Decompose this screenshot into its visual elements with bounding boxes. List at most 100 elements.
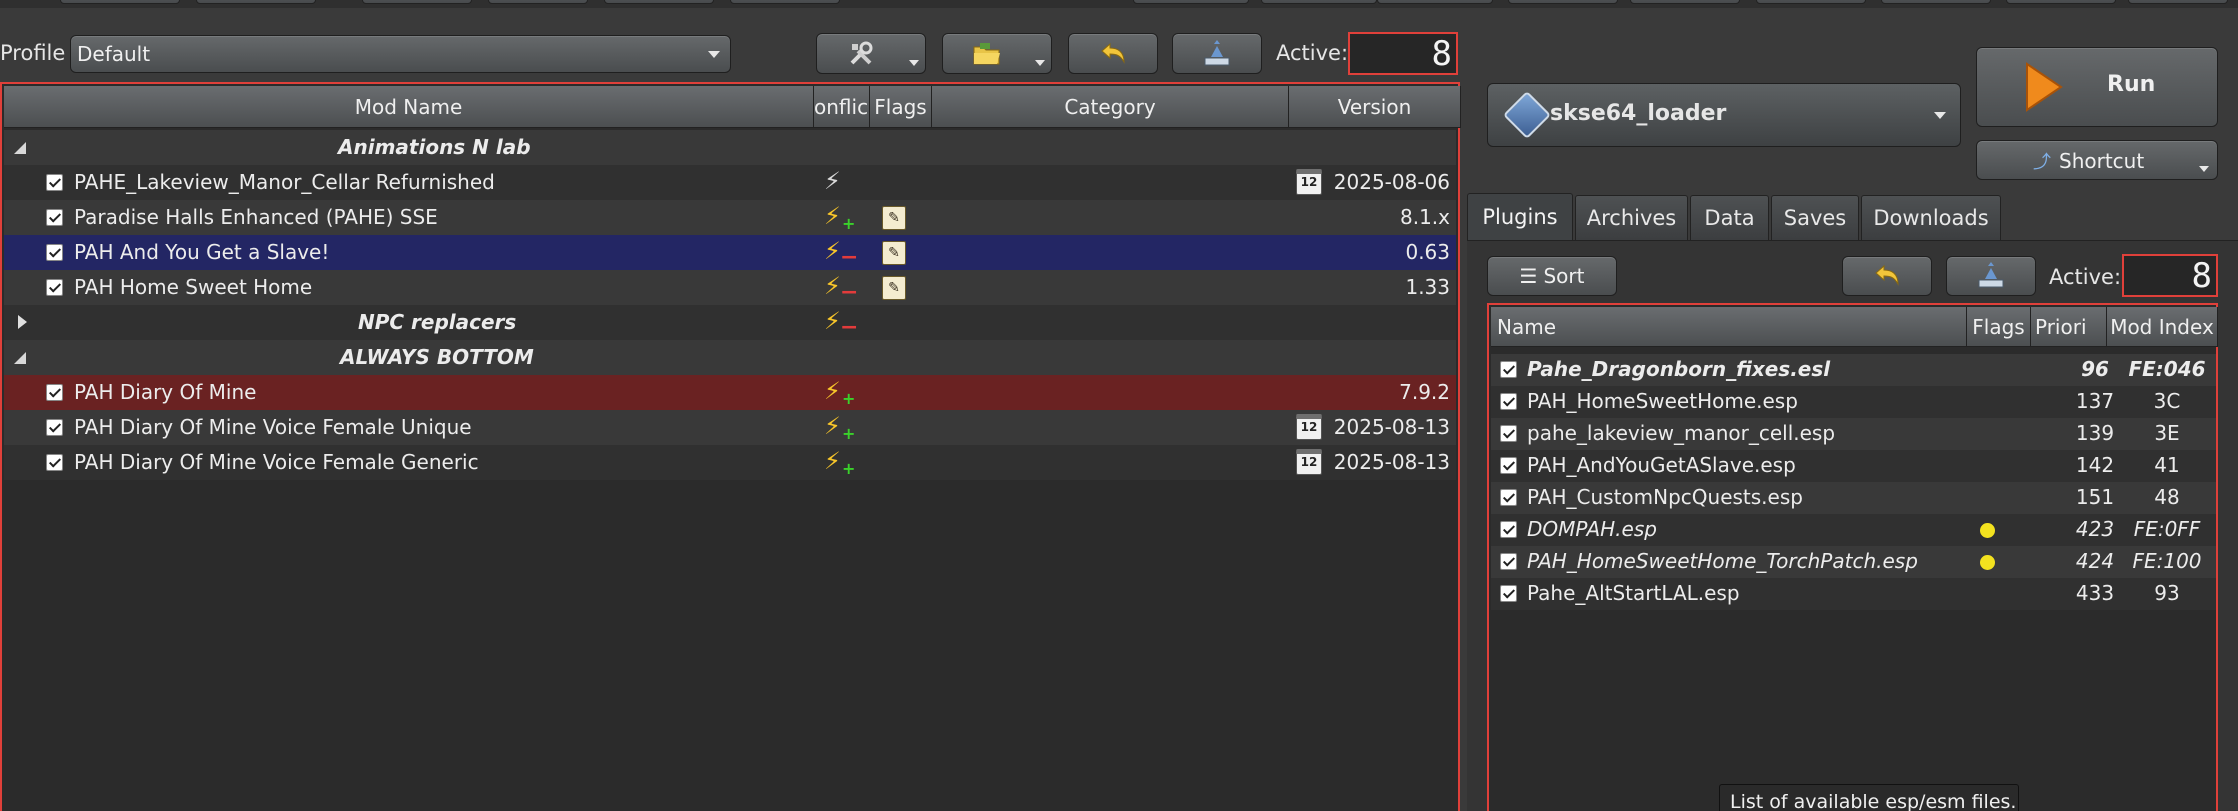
top-button-stub[interactable]	[2006, 0, 2116, 4]
mod-row[interactable]: PAH Home Sweet Home ⚡ − ✎ 1.33	[4, 270, 1456, 305]
plugin-enable-checkbox[interactable]	[1500, 393, 1517, 410]
mod-name: PAH Diary Of Mine	[74, 380, 257, 404]
restore-backup-button[interactable]	[1068, 33, 1158, 74]
mod-row-selected[interactable]: PAH And You Get a Slave! ⚡ − ✎ 0.63	[4, 235, 1456, 270]
skse-diamond-icon	[1502, 90, 1552, 140]
mod-enable-checkbox[interactable]	[46, 454, 63, 471]
column-header-category[interactable]: Category	[932, 86, 1289, 128]
mod-row[interactable]: PAH Diary Of Mine Voice Female Generic ⚡…	[4, 445, 1456, 480]
mod-row[interactable]: PAHE_Lakeview_Manor_Cellar Refurnished ⚡…	[4, 165, 1456, 200]
top-button-stub[interactable]	[196, 0, 316, 4]
mod-enable-checkbox[interactable]	[46, 384, 63, 401]
executable-select[interactable]: skse64_loader	[1487, 83, 1961, 147]
top-button-stub[interactable]	[488, 0, 588, 4]
plugin-row[interactable]: Pahe_Dragonborn_fixes.esl 96 FE:046	[1491, 354, 2216, 386]
sort-icon: ☰	[1519, 264, 1538, 288]
plugin-row[interactable]: PAH_CustomNpcQuests.esp 151 48	[1491, 482, 2216, 514]
top-button-stub[interactable]	[730, 0, 840, 4]
top-button-stub[interactable]	[2128, 0, 2228, 4]
plugin-enable-checkbox[interactable]	[1500, 457, 1517, 474]
mod-enable-checkbox[interactable]	[46, 279, 63, 296]
mod-row[interactable]: PAH Diary Of Mine Voice Female Unique ⚡ …	[4, 410, 1456, 445]
mod-enable-checkbox[interactable]	[46, 174, 63, 191]
conflict-overwritten-icon: ⚡	[824, 272, 841, 300]
conflict-overwritten-icon: ⚡	[824, 237, 841, 265]
plugin-name: Pahe_AltStartLAL.esp	[1527, 581, 1740, 605]
tab-plugins[interactable]: Plugins	[1467, 193, 1573, 240]
tooltip: List of available esp/esm files.	[1719, 784, 2019, 811]
column-header-flags[interactable]: Flags	[1967, 307, 2031, 347]
mod-enable-checkbox[interactable]	[46, 244, 63, 261]
expand-triangle-icon[interactable]	[18, 315, 27, 329]
plugin-row[interactable]: PAH_HomeSweetHome.esp 137 3C	[1491, 386, 2216, 418]
top-button-stub[interactable]	[1630, 0, 1740, 4]
sort-label: Sort	[1543, 264, 1585, 288]
top-button-stub[interactable]	[1377, 0, 1493, 4]
mod-list-table[interactable]: Mod Name onflic Flags Category Version A…	[0, 82, 1461, 811]
conflict-overwrite-icon: ⚡	[824, 412, 841, 440]
mod-row[interactable]: Paradise Halls Enhanced (PAHE) SSE ⚡ + ✎…	[4, 200, 1456, 235]
profile-select[interactable]: Default	[70, 35, 731, 73]
plugin-row[interactable]: PAH_AndYouGetASlave.esp 142 41	[1491, 450, 2216, 482]
chevron-down-icon	[708, 51, 720, 58]
collapse-triangle-icon[interactable]	[14, 142, 26, 154]
plugin-name: PAH_CustomNpcQuests.esp	[1527, 485, 1803, 509]
top-button-stub[interactable]	[362, 0, 472, 4]
plugin-enable-checkbox[interactable]	[1500, 361, 1517, 378]
tab-downloads[interactable]: Downloads	[1861, 195, 2001, 240]
column-header-mod-name[interactable]: Mod Name	[4, 86, 814, 128]
shortcut-button[interactable]: ⤴ Shortcut	[1976, 140, 2218, 180]
top-button-stub[interactable]	[1756, 0, 1866, 4]
plugin-enable-checkbox[interactable]	[1500, 585, 1517, 602]
plugin-row[interactable]: DOMPAH.esp 423 FE:0FF	[1491, 514, 2216, 546]
plugin-row[interactable]: pahe_lakeview_manor_cell.esp 139 3E	[1491, 418, 2216, 450]
plugin-row[interactable]: Pahe_AltStartLAL.esp 433 93	[1491, 578, 2216, 610]
calendar-icon: 12	[1296, 414, 1322, 440]
top-button-stub[interactable]	[1261, 0, 1377, 4]
separator-name: NPC replacers	[358, 310, 517, 334]
chevron-down-icon	[1035, 60, 1045, 66]
separator-name: Animations N lab	[338, 135, 531, 159]
profile-selected-value: Default	[77, 42, 151, 66]
column-header-priority[interactable]: Priori	[2031, 307, 2107, 347]
run-button[interactable]: Run	[1976, 47, 2218, 127]
plugins-create-backup-button[interactable]	[1946, 256, 2036, 296]
plugin-enable-checkbox[interactable]	[1500, 553, 1517, 570]
plugin-row[interactable]: PAH_HomeSweetHome_TorchPatch.esp 424 FE:…	[1491, 546, 2216, 578]
top-button-stub[interactable]	[1881, 0, 1991, 4]
mod-list-header: Mod Name onflic Flags Category Version	[4, 86, 1461, 128]
tools-button[interactable]	[816, 33, 926, 74]
mod-enable-checkbox[interactable]	[46, 419, 63, 436]
chevron-down-icon	[909, 60, 919, 66]
separator-row[interactable]: Animations N lab	[4, 130, 1456, 165]
column-header-flags[interactable]: Flags	[870, 86, 932, 128]
tab-data[interactable]: Data	[1690, 195, 1769, 240]
tab-archives[interactable]: Archives	[1575, 195, 1688, 240]
collapse-triangle-icon[interactable]	[14, 352, 26, 364]
tab-saves[interactable]: Saves	[1771, 195, 1859, 240]
open-folder-button[interactable]	[942, 33, 1052, 74]
sort-button[interactable]: ☰ Sort	[1487, 256, 1617, 296]
top-button-stub[interactable]	[604, 0, 714, 4]
top-button-stub[interactable]	[1508, 0, 1618, 4]
column-header-name[interactable]: Name	[1491, 307, 1967, 347]
profile-label: Profile	[0, 41, 66, 65]
top-button-stub[interactable]	[1133, 0, 1249, 4]
plugin-list-table[interactable]: Name Flags Priori Mod Index Pahe_Dragonb…	[1487, 303, 2218, 811]
column-header-version[interactable]: Version	[1289, 86, 1461, 128]
create-backup-button[interactable]	[1172, 33, 1262, 74]
separator-row[interactable]: ALWAYS BOTTOM	[4, 340, 1456, 375]
conflict-overwrite-icon: ⚡	[824, 377, 841, 405]
mod-row-highlighted[interactable]: PAH Diary Of Mine ⚡ + 7.9.2	[4, 375, 1456, 410]
separator-row[interactable]: NPC replacers ⚡ −	[4, 305, 1456, 340]
mod-version: 0.63	[1405, 240, 1450, 264]
plugins-restore-backup-button[interactable]	[1842, 256, 1932, 296]
plugin-name: pahe_lakeview_manor_cell.esp	[1527, 421, 1836, 445]
mod-enable-checkbox[interactable]	[46, 209, 63, 226]
top-button-stub[interactable]	[60, 0, 180, 4]
plugin-enable-checkbox[interactable]	[1500, 489, 1517, 506]
column-header-mod-index[interactable]: Mod Index	[2107, 307, 2218, 347]
plugin-enable-checkbox[interactable]	[1500, 425, 1517, 442]
plugin-enable-checkbox[interactable]	[1500, 521, 1517, 538]
column-header-conflicts[interactable]: onflic	[814, 86, 870, 128]
